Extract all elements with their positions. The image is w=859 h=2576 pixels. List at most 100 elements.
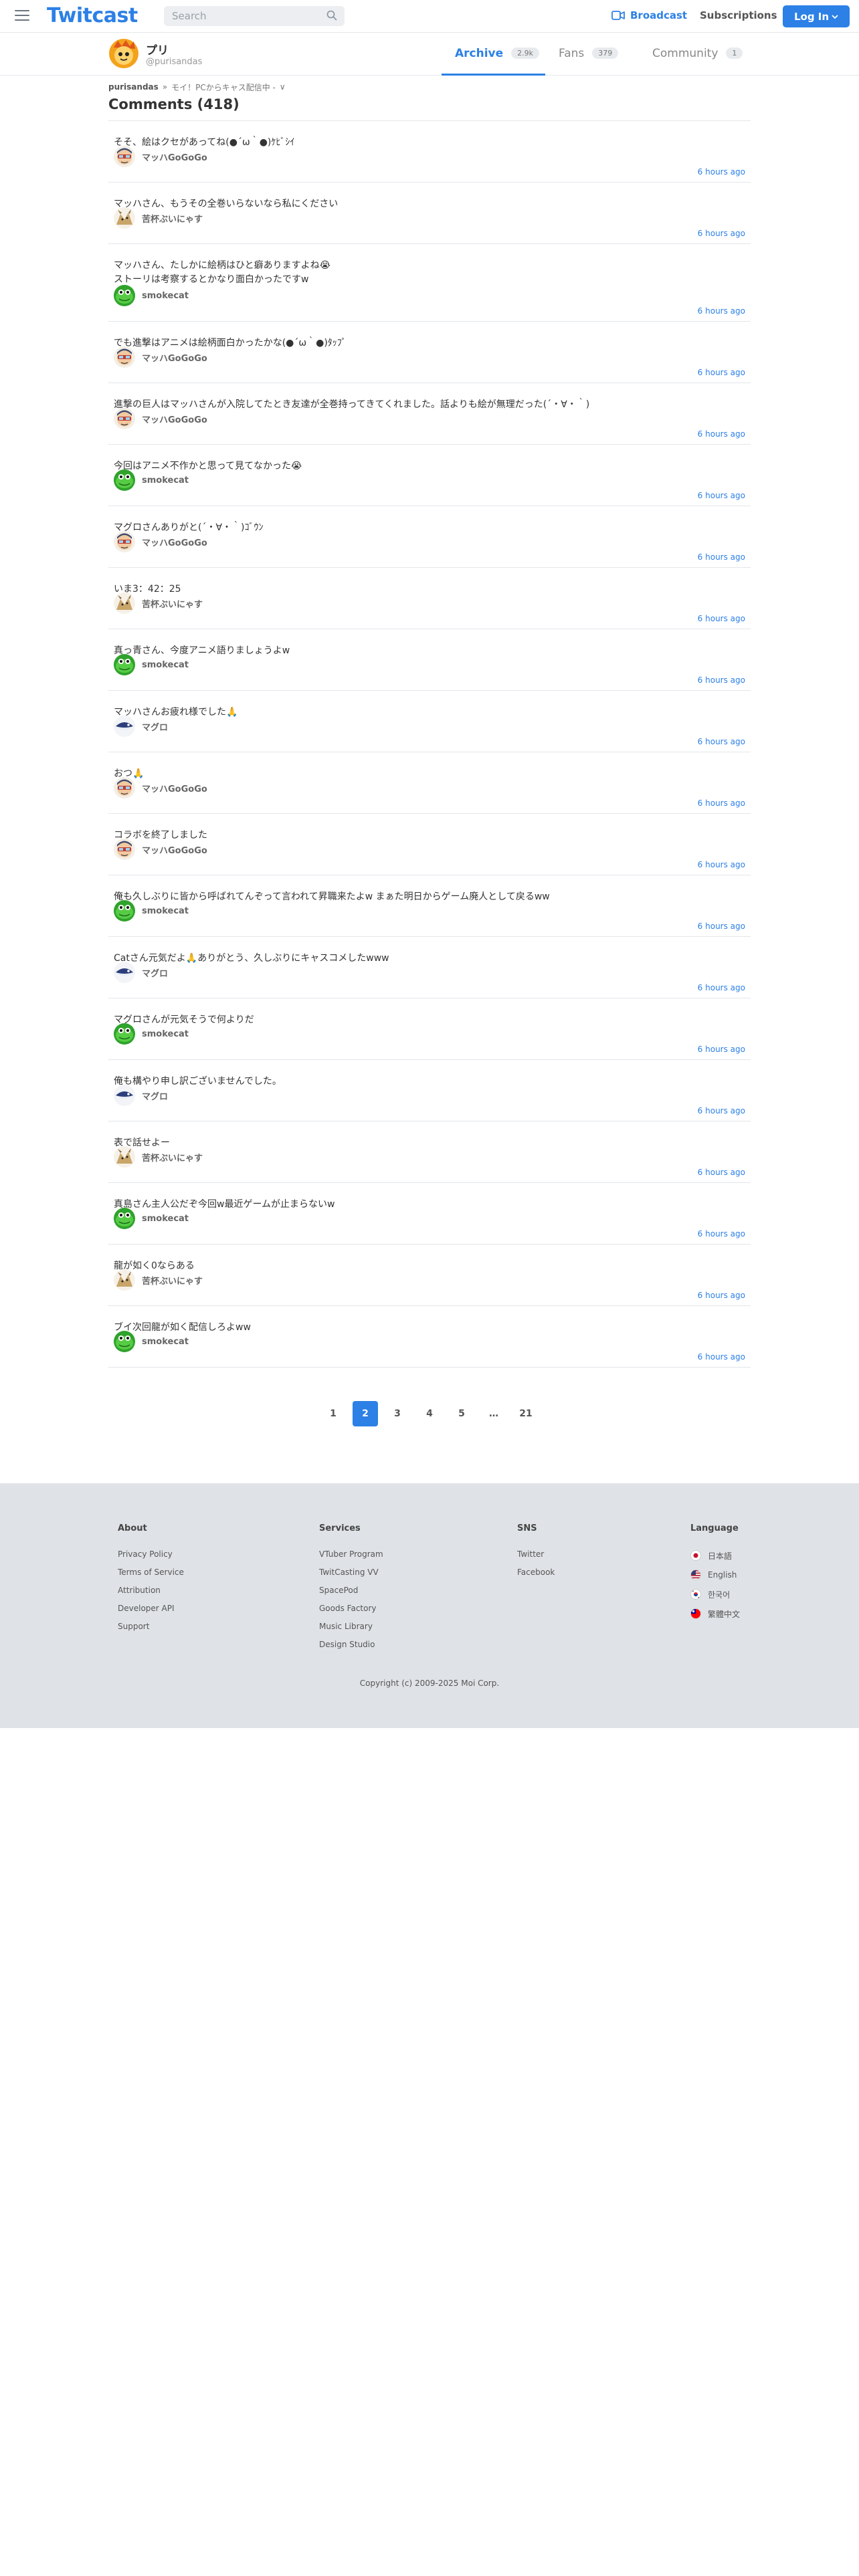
footer-link-twitcasting-vv[interactable]: TwitCasting VV (319, 1568, 383, 1579)
comment-author-name[interactable]: smokecat (142, 291, 189, 301)
footer-link-vtuber[interactable]: VTuber Program (319, 1549, 383, 1561)
avatar[interactable] (114, 207, 135, 229)
avatar[interactable] (114, 716, 135, 737)
comment-author-name[interactable]: マッハGoGoGo (142, 536, 207, 548)
comment-author[interactable]: マッハGoGoGo (114, 346, 207, 368)
footer-link-privacy[interactable]: Privacy Policy (118, 1549, 184, 1561)
tab-community[interactable]: Community 1 (639, 33, 756, 76)
search-icon[interactable] (326, 10, 337, 21)
comment-timestamp[interactable]: 6 hours ago (698, 737, 745, 746)
comment-timestamp[interactable]: 6 hours ago (698, 922, 745, 931)
avatar[interactable] (114, 654, 135, 675)
comment-author[interactable]: 苦杯ぶいにゃす (114, 207, 203, 229)
footer-link-attribution[interactable]: Attribution (118, 1586, 184, 1597)
comment-author-name[interactable]: 苦杯ぶいにゃす (142, 1274, 203, 1287)
comment-author-name[interactable]: smokecat (142, 1029, 189, 1039)
comment-timestamp[interactable]: 6 hours ago (698, 167, 745, 177)
comment-author[interactable]: smokecat (114, 469, 189, 491)
comment-author-name[interactable]: マッハGoGoGo (142, 782, 207, 794)
comment-author-name[interactable]: smokecat (142, 660, 189, 670)
avatar[interactable] (114, 962, 135, 983)
comment-timestamp[interactable]: 6 hours ago (698, 860, 745, 869)
comment-author-name[interactable]: マグロ (142, 1089, 168, 1102)
search-input[interactable] (164, 6, 345, 26)
comment-author[interactable]: 苦杯ぶいにゃす (114, 1269, 203, 1291)
footer-link-developer-api[interactable]: Developer API (118, 1604, 184, 1615)
comment-timestamp[interactable]: 6 hours ago (698, 675, 745, 685)
comment-author[interactable]: smokecat (114, 1208, 189, 1229)
avatar[interactable] (114, 531, 135, 552)
avatar[interactable] (114, 1331, 135, 1352)
comment-author[interactable]: マッハGoGoGo (114, 146, 207, 167)
avatar[interactable] (114, 777, 135, 798)
user-avatar[interactable] (108, 38, 139, 69)
tab-fans[interactable]: Fans 379 (545, 33, 639, 76)
menu-icon[interactable] (15, 10, 29, 22)
page-button[interactable]: 21 (513, 1401, 539, 1426)
comment-timestamp[interactable]: 6 hours ago (698, 983, 745, 992)
comment-author[interactable]: マッハGoGoGo (114, 408, 207, 429)
login-button[interactable]: Log In (783, 5, 850, 27)
avatar[interactable] (114, 1146, 135, 1168)
comment-timestamp[interactable]: 6 hours ago (698, 614, 745, 623)
footer-link-facebook[interactable]: Facebook (517, 1568, 555, 1579)
avatar[interactable] (114, 593, 135, 614)
avatar[interactable] (114, 1208, 135, 1229)
comment-timestamp[interactable]: 6 hours ago (698, 1106, 745, 1115)
comment-author-name[interactable]: smokecat (142, 475, 189, 486)
footer-link-spacepod[interactable]: SpacePod (319, 1586, 383, 1597)
comment-author-name[interactable]: マッハGoGoGo (142, 413, 207, 425)
chevron-down-icon[interactable]: ∨ (280, 82, 286, 92)
comment-author[interactable]: smokecat (114, 1023, 189, 1045)
comment-timestamp[interactable]: 6 hours ago (698, 1045, 745, 1054)
comment-timestamp[interactable]: 6 hours ago (698, 1291, 745, 1300)
broadcast-button[interactable]: Broadcast (611, 9, 687, 21)
comment-author-name[interactable]: マッハGoGoGo (142, 843, 207, 856)
language-option-ko[interactable]: 한국어 (690, 1588, 740, 1600)
page-button[interactable]: 1 (320, 1401, 346, 1426)
avatar[interactable] (114, 900, 135, 922)
avatar[interactable] (114, 839, 135, 860)
user-name[interactable]: プリ (146, 41, 169, 58)
avatar[interactable] (114, 146, 135, 167)
avatar[interactable] (114, 1269, 135, 1291)
comment-timestamp[interactable]: 6 hours ago (698, 429, 745, 439)
twitcast-logo[interactable]: Twitcast (47, 4, 138, 27)
comment-author-name[interactable]: smokecat (142, 1337, 189, 1347)
comment-timestamp[interactable]: 6 hours ago (698, 306, 745, 316)
comment-timestamp[interactable]: 6 hours ago (698, 491, 745, 500)
comment-timestamp[interactable]: 6 hours ago (698, 1352, 745, 1362)
comment-author-name[interactable]: 苦杯ぶいにゃす (142, 1151, 203, 1164)
comment-author-name[interactable]: smokecat (142, 906, 189, 916)
comment-timestamp[interactable]: 6 hours ago (698, 1229, 745, 1239)
page-button[interactable]: 3 (385, 1401, 410, 1426)
comment-author[interactable]: 苦杯ぶいにゃす (114, 1146, 203, 1168)
avatar[interactable] (114, 408, 135, 429)
comment-author[interactable]: smokecat (114, 654, 189, 675)
breadcrumb-live-title[interactable]: モイ！PCからキャス配信中 - (171, 82, 276, 93)
comment-author-name[interactable]: 苦杯ぶいにゃす (142, 212, 203, 225)
comment-author[interactable]: smokecat (114, 900, 189, 922)
comment-timestamp[interactable]: 6 hours ago (698, 229, 745, 238)
comment-author[interactable]: 苦杯ぶいにゃす (114, 593, 203, 614)
comment-timestamp[interactable]: 6 hours ago (698, 798, 745, 808)
comment-timestamp[interactable]: 6 hours ago (698, 1168, 745, 1177)
comment-author-name[interactable]: 苦杯ぶいにゃす (142, 597, 203, 610)
footer-link-support[interactable]: Support (118, 1622, 184, 1633)
footer-link-goods-factory[interactable]: Goods Factory (319, 1604, 383, 1615)
page-button[interactable]: 5 (449, 1401, 474, 1426)
avatar[interactable] (114, 346, 135, 368)
footer-link-terms[interactable]: Terms of Service (118, 1568, 184, 1579)
language-option-en[interactable]: English (690, 1569, 740, 1581)
comment-author[interactable]: マッハGoGoGo (114, 839, 207, 860)
comment-author[interactable]: マグロ (114, 716, 168, 737)
comment-author[interactable]: マッハGoGoGo (114, 531, 207, 552)
page-button[interactable]: 2 (353, 1401, 378, 1426)
comment-timestamp[interactable]: 6 hours ago (698, 552, 745, 562)
comment-author[interactable]: マグロ (114, 1085, 168, 1106)
comment-timestamp[interactable]: 6 hours ago (698, 368, 745, 377)
subscriptions-link[interactable]: Subscriptions (700, 9, 777, 21)
avatar[interactable] (114, 1085, 135, 1106)
comment-author[interactable]: smokecat (114, 1331, 189, 1352)
comment-author[interactable]: マグロ (114, 962, 168, 983)
